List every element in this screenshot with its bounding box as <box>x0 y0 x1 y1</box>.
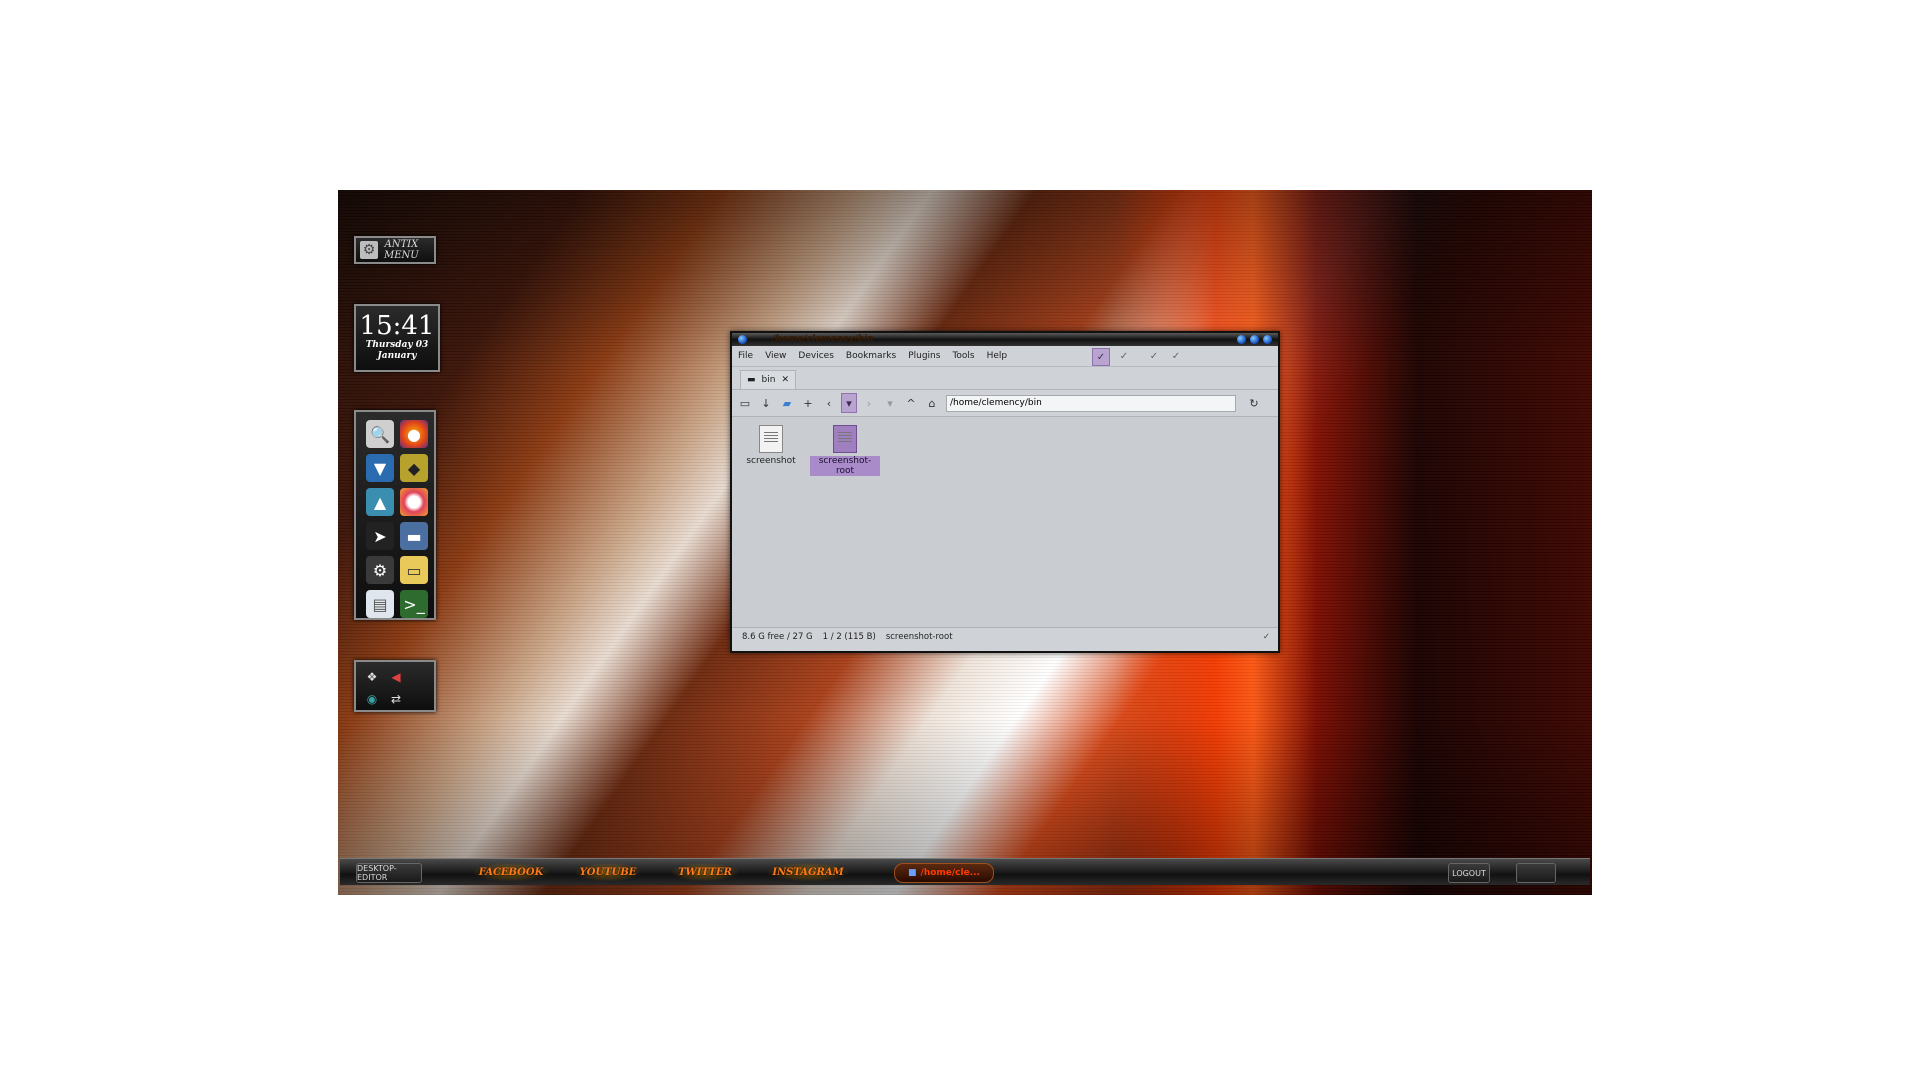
instagram-link[interactable]: INSTAGRAM <box>768 863 848 881</box>
taskbar-task-label: /home/cle... <box>920 868 980 878</box>
search-tool-icon[interactable]: 🔍 <box>366 420 394 448</box>
selection-count-text: 1 / 2 (115 B) <box>822 632 876 642</box>
clock-time: 15:41 <box>359 311 435 341</box>
menu-devices[interactable]: Devices <box>798 351 833 361</box>
system-tray: ❖ ◀ ◉ ⇄ <box>354 660 436 712</box>
gear-icon: ⚙ <box>360 241 378 259</box>
disk-free-text: 8.6 G free / 27 G <box>742 632 813 642</box>
text-file-icon <box>759 425 783 453</box>
check-icon[interactable]: ✓ <box>1146 348 1162 364</box>
close-tab-icon[interactable]: ✕ <box>781 375 789 385</box>
paper-plane-icon[interactable]: ➤ <box>366 522 394 550</box>
menu-file[interactable]: File <box>738 351 753 361</box>
camera-ring-icon[interactable] <box>400 488 428 516</box>
shutdown-button[interactable] <box>1516 863 1556 883</box>
check-icon[interactable]: ✓ <box>1168 348 1184 364</box>
bottom-panel: DESKTOP-EDITOR FACEBOOK YOUTUBE TWITTER … <box>340 858 1590 885</box>
menu-help[interactable]: Help <box>987 351 1008 361</box>
menu-label-line2: MENU <box>384 250 419 261</box>
app-launcher: 🔍 ● ▼ ◆ ▲ ➤ ▬ ⚙ ▭ ▤ >_ <box>354 410 436 620</box>
file-name: screenshot <box>746 456 796 466</box>
antix-menu-label: ANTIX MENU <box>384 239 419 261</box>
taskbar-file-manager[interactable]: ■ /home/cle... <box>894 863 994 883</box>
network-icon[interactable]: ⇄ <box>386 690 406 708</box>
toolbar: ▭ ↓ ▰ + ‹ ▾ › ▾ ^ ⌂ ↻ <box>732 390 1278 417</box>
youtube-link[interactable]: YOUTUBE <box>576 863 640 881</box>
file-item-screenshot-root[interactable]: screenshot-root <box>810 425 880 476</box>
add-tab-icon[interactable]: + <box>799 394 817 412</box>
file-view[interactable]: screenshot screenshot-root <box>732 417 1278 627</box>
download-icon[interactable]: ↓ <box>757 394 775 412</box>
status-bar: 8.6 G free / 27 G 1 / 2 (115 B) screensh… <box>732 627 1278 646</box>
cat-icon[interactable]: ◆ <box>400 454 428 482</box>
menu-label-line1: ANTIX <box>384 239 419 250</box>
window-title: /home/clemency/bin <box>772 334 874 344</box>
menubar: File View Devices Bookmarks Plugins Tool… <box>732 346 1278 367</box>
window-titlebar[interactable]: /home/clemency/bin <box>732 333 1278 346</box>
volume-icon[interactable]: ◀ <box>386 668 406 686</box>
forward-icon[interactable]: › <box>860 394 878 412</box>
view-toggle-group: ✓ ✓ ✓ ✓ <box>1092 348 1184 366</box>
text-file-icon <box>833 425 857 453</box>
tab-label: bin <box>761 375 776 385</box>
firefox-icon[interactable]: ● <box>400 420 428 448</box>
tie-icon[interactable]: ▼ <box>366 454 394 482</box>
folder-icon[interactable]: ▭ <box>400 556 428 584</box>
check-icon[interactable]: ✓ <box>1116 348 1132 364</box>
clock-widget: 15:41 Thursday 03 January <box>354 304 440 372</box>
logout-button[interactable]: LOGOUT <box>1448 863 1490 883</box>
check-icon[interactable]: ✓ <box>1092 348 1110 366</box>
menu-bookmarks[interactable]: Bookmarks <box>846 351 896 361</box>
close-button[interactable] <box>1263 335 1272 344</box>
desktop-editor-button[interactable]: DESKTOP-EDITOR <box>356 863 422 883</box>
antix-menu-button[interactable]: ⚙ ANTIX MENU <box>354 236 436 264</box>
file-item-screenshot[interactable]: screenshot <box>736 425 806 466</box>
selected-file-text: screenshot-root <box>885 632 953 642</box>
facebook-link[interactable]: FACEBOOK <box>474 863 548 881</box>
terminal-icon[interactable]: >_ <box>400 590 428 618</box>
tab-bar: ▬ bin ✕ <box>732 367 1278 390</box>
twitter-link[interactable]: TWITTER <box>672 863 738 881</box>
up-icon[interactable]: ^ <box>902 394 920 412</box>
folder-icon: ▬ <box>747 375 756 385</box>
reload-icon[interactable]: ↻ <box>1245 394 1263 412</box>
menu-view[interactable]: View <box>765 351 786 361</box>
window-menu-button[interactable] <box>738 335 747 344</box>
path-input[interactable] <box>946 394 1236 412</box>
dropbox-icon[interactable]: ❖ <box>362 668 382 686</box>
clock-day: Thursday 03 <box>365 340 429 350</box>
window-icon[interactable]: ▤ <box>366 590 394 618</box>
menu-plugins[interactable]: Plugins <box>908 351 940 361</box>
hat-icon[interactable]: ▲ <box>366 488 394 516</box>
chevron-down-icon[interactable]: ▾ <box>841 393 857 413</box>
minimize-button[interactable] <box>1237 335 1246 344</box>
clock-month: January <box>377 351 417 361</box>
network-globe-icon[interactable]: ◉ <box>362 690 382 708</box>
home-icon[interactable]: ⌂ <box>923 394 941 412</box>
file-manager-window: /home/clemency/bin File View Devices Boo… <box>730 331 1280 653</box>
desktop: ⚙ ANTIX MENU 15:41 Thursday 03 January 🔍… <box>338 190 1592 895</box>
gear-icon[interactable]: ⚙ <box>366 556 394 584</box>
maximize-button[interactable] <box>1250 335 1259 344</box>
folder-icon[interactable]: ▰ <box>778 394 796 412</box>
drive-icon[interactable]: ▭ <box>736 394 754 412</box>
menu-tools[interactable]: Tools <box>952 351 974 361</box>
check-icon: ✓ <box>1262 632 1270 642</box>
train-icon[interactable]: ▬ <box>400 522 428 550</box>
file-name: screenshot-root <box>810 456 880 476</box>
chevron-down-icon[interactable]: ▾ <box>881 394 899 412</box>
tab-bin[interactable]: ▬ bin ✕ <box>740 370 796 389</box>
file-manager-task-icon: ■ <box>908 868 917 878</box>
back-icon[interactable]: ‹ <box>820 394 838 412</box>
